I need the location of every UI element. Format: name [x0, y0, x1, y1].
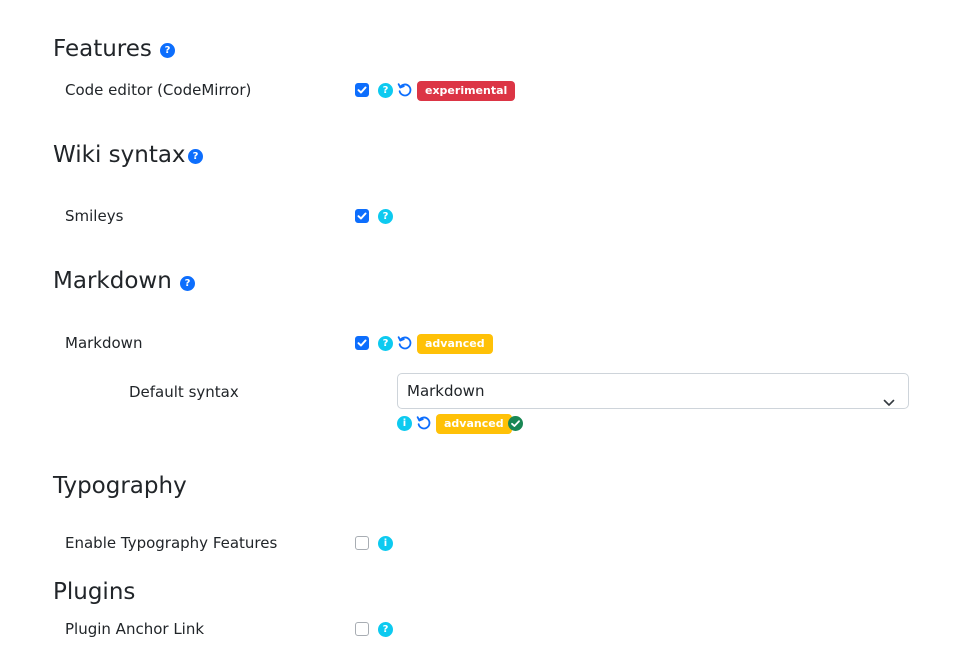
- info-circle-icon[interactable]: i: [378, 536, 393, 551]
- info-circle-icon[interactable]: i: [397, 416, 412, 431]
- pref-label-codemirror: Code editor (CodeMirror): [65, 81, 252, 99]
- pref-label-markdown: Markdown: [65, 334, 143, 352]
- section-title-typography: Typography: [53, 473, 187, 499]
- question-circle-icon[interactable]: ?: [378, 622, 393, 637]
- question-circle-icon[interactable]: ?: [188, 149, 203, 164]
- default-syntax-selected-value: Markdown: [407, 382, 485, 400]
- pref-label-smileys: Smileys: [65, 207, 124, 225]
- reset-icon[interactable]: [397, 335, 413, 351]
- preferences-panel: Features ? Code editor (CodeMirror) ? ex…: [0, 0, 959, 654]
- advanced-badge: advanced: [436, 414, 512, 434]
- experimental-badge: experimental: [417, 81, 516, 101]
- smileys-checkbox[interactable]: [355, 209, 369, 223]
- advanced-badge: advanced: [417, 334, 493, 354]
- check-circle-icon: [508, 416, 523, 431]
- chevron-down-icon: [883, 386, 895, 420]
- pref-label-typography-features: Enable Typography Features: [65, 534, 278, 552]
- question-circle-icon[interactable]: ?: [378, 336, 393, 351]
- codemirror-checkbox[interactable]: [355, 83, 369, 97]
- section-title-features: Features: [53, 36, 152, 62]
- question-circle-icon[interactable]: ?: [160, 43, 175, 58]
- typography-features-checkbox[interactable]: [355, 536, 369, 550]
- section-title-wiki-syntax: Wiki syntax: [53, 142, 186, 168]
- reset-icon[interactable]: [416, 415, 432, 431]
- section-title-markdown: Markdown: [53, 268, 172, 294]
- question-circle-icon[interactable]: ?: [378, 83, 393, 98]
- plugin-anchor-link-checkbox[interactable]: [355, 622, 369, 636]
- default-syntax-select[interactable]: Markdown: [397, 373, 909, 409]
- section-title-plugins: Plugins: [53, 579, 136, 605]
- question-circle-icon[interactable]: ?: [378, 209, 393, 224]
- question-circle-icon[interactable]: ?: [180, 276, 195, 291]
- reset-icon[interactable]: [397, 82, 413, 98]
- pref-label-default-syntax: Default syntax: [129, 383, 239, 401]
- pref-label-plugin-anchor-link: Plugin Anchor Link: [65, 620, 205, 638]
- markdown-checkbox[interactable]: [355, 336, 369, 350]
